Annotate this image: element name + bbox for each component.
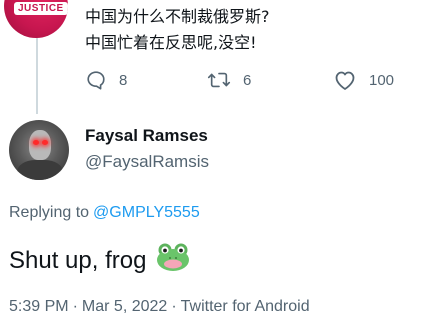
tweet-time[interactable]: 5:39 PM (9, 298, 69, 315)
tweet-meta: 5:39 PM · Mar 5, 2022 · Twitter for Android (9, 298, 310, 316)
like-count: 100 (369, 71, 395, 89)
author-avatar[interactable] (9, 120, 69, 180)
parent-tweet-text: 中国为什么不制裁俄罗斯? 中国忙着在反思呢,没空! (85, 4, 270, 56)
reply-icon (85, 69, 107, 91)
frog-emoji-icon (156, 242, 190, 279)
replying-to: Replying to @GMPLY5555 (9, 204, 200, 222)
tweet-date[interactable]: Mar 5, 2022 (82, 298, 167, 315)
retweet-icon (207, 69, 231, 91)
avatar-badge: JUSTICE (14, 2, 68, 15)
avatar-face (29, 130, 51, 160)
reply-button[interactable]: 8 (85, 66, 127, 94)
author-handle[interactable]: @FaysalRamsis (85, 152, 209, 172)
tweet-body: Shut up, frog (9, 242, 190, 279)
like-button[interactable]: 100 (333, 66, 394, 94)
like-icon (333, 69, 357, 91)
laser-eye-left (33, 140, 39, 145)
tweet-source[interactable]: Twitter for Android (181, 298, 310, 315)
retweet-count: 6 (243, 71, 252, 89)
reply-count: 8 (119, 71, 128, 89)
replying-to-label: Replying to (9, 204, 90, 221)
retweet-button[interactable]: 6 (207, 66, 251, 94)
avatar-shoulders (17, 160, 63, 180)
tweet-text: Shut up, frog (9, 246, 147, 274)
parent-tweet-line: 中国为什么不制裁俄罗斯? (85, 7, 270, 26)
meta-separator: · (171, 298, 177, 315)
parent-tweet-actions: 8 6 100 (85, 66, 415, 94)
thread-connector-line (36, 34, 38, 114)
replying-to-mention[interactable]: @GMPLY5555 (93, 204, 200, 221)
parent-avatar[interactable]: JUSTICE (4, 0, 68, 38)
parent-tweet-line: 中国忙着在反思呢,没空! (85, 33, 257, 52)
author-name[interactable]: Faysal Ramses (85, 126, 208, 146)
meta-separator: · (72, 298, 78, 315)
laser-eye-right (42, 140, 48, 145)
